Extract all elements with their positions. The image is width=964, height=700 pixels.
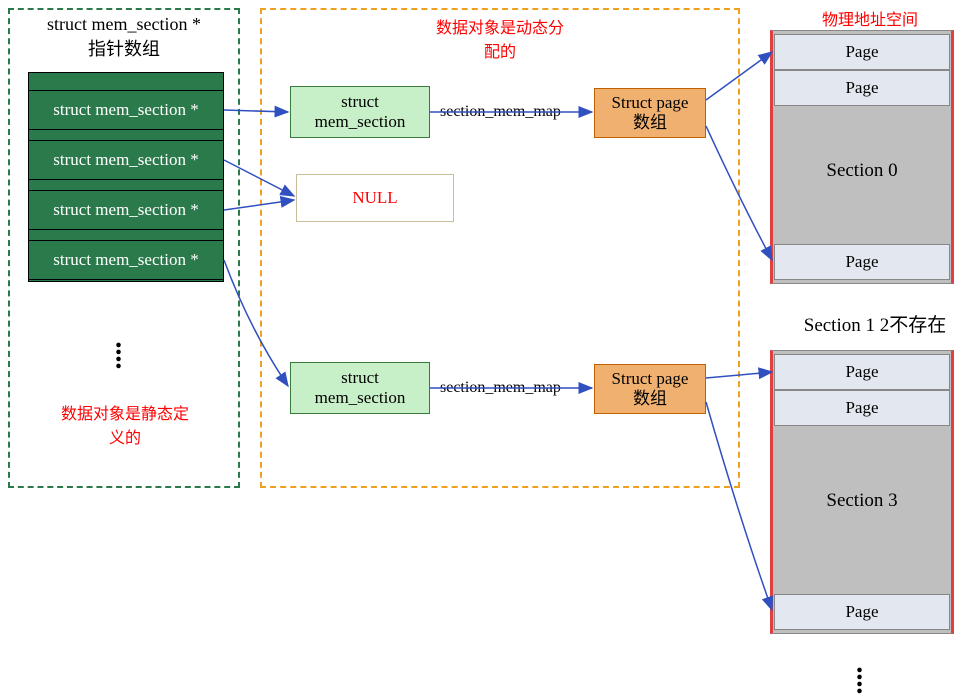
page-s3-0: Page [774, 354, 950, 390]
left-title-l1: struct mem_section * [47, 14, 201, 34]
page-s3-1: Page [774, 390, 950, 426]
ms1-l1: struct [341, 368, 379, 388]
ptr-item-1-label: struct mem_section * [53, 150, 198, 170]
vdots-left: .... [115, 335, 122, 363]
middle-note: 数据对象是动态分 配的 [380, 14, 620, 62]
sp1-l2: 数组 [633, 389, 667, 409]
left-title-l2: 指针数组 [88, 39, 160, 59]
ptr-item-2: struct mem_section * [28, 190, 224, 230]
page-s3-last-label: Page [845, 602, 878, 622]
null-label: NULL [352, 188, 397, 208]
middle-note-l2: 配的 [484, 44, 516, 61]
middle-note-l1: 数据对象是动态分 [436, 20, 564, 37]
ms0-l1: struct [341, 92, 379, 112]
sp1-l1: Struct page [612, 369, 689, 389]
ptr-item-0: struct mem_section * [28, 90, 224, 130]
left-note: 数据对象是静态定 义的 [30, 400, 220, 448]
ptr-item-1: struct mem_section * [28, 140, 224, 180]
struct-page-box-0: Struct page 数组 [594, 88, 706, 138]
page-s0-last: Page [774, 244, 950, 280]
ms0-l2: mem_section [315, 112, 406, 132]
mem-section-box-1: struct mem_section [290, 362, 430, 414]
edge-label-0: section_mem_map [440, 103, 561, 121]
page-s3-last: Page [774, 594, 950, 630]
edge-label-1: section_mem_map [440, 379, 561, 397]
vdots-right: .... [856, 660, 863, 688]
sp0-l1: Struct page [612, 93, 689, 113]
left-note-l2: 义的 [109, 430, 141, 447]
section-missing-label: Section 1 2不存在 [790, 310, 960, 337]
section0-label: Section 0 [774, 160, 950, 182]
page-s0-1: Page [774, 70, 950, 106]
ptr-item-2-label: struct mem_section * [53, 200, 198, 220]
page-s0-0-label: Page [845, 42, 878, 62]
sp0-l2: 数组 [633, 113, 667, 133]
ms1-l2: mem_section [315, 388, 406, 408]
page-s0-0: Page [774, 34, 950, 70]
page-s0-last-label: Page [845, 252, 878, 272]
section3-label: Section 3 [774, 490, 950, 512]
page-s3-0-label: Page [845, 362, 878, 382]
null-box: NULL [296, 174, 454, 222]
left-note-l1: 数据对象是静态定 [61, 406, 189, 423]
ptr-item-0-label: struct mem_section * [53, 100, 198, 120]
page-s3-1-label: Page [845, 398, 878, 418]
middle-container [260, 8, 740, 488]
mem-section-box-0: struct mem_section [290, 86, 430, 138]
left-title: struct mem_section * 指针数组 [8, 14, 240, 61]
page-s0-1-label: Page [845, 78, 878, 98]
ptr-item-3: struct mem_section * [28, 240, 224, 280]
struct-page-box-1: Struct page 数组 [594, 364, 706, 414]
phys-title: 物理地址空间 [790, 6, 950, 30]
ptr-item-3-label: struct mem_section * [53, 250, 198, 270]
